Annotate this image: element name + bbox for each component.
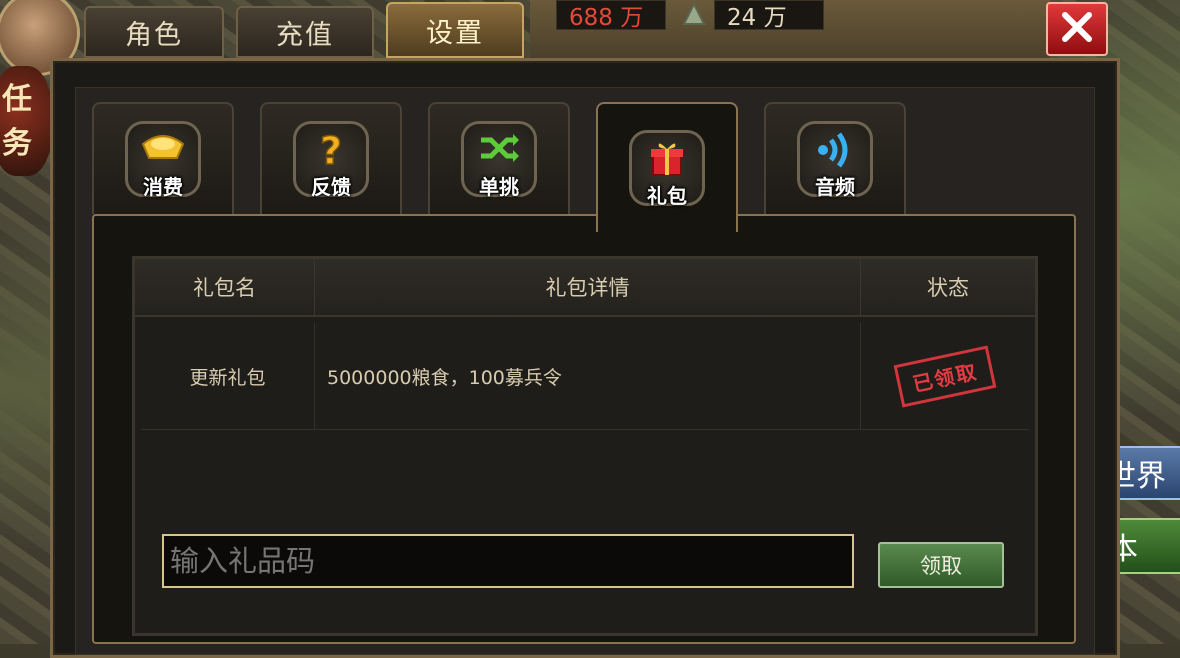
tab-feedback[interactable]: ? 反馈 bbox=[260, 102, 402, 214]
gift-details-cell: 5000000粮食，100募兵令 bbox=[315, 323, 861, 429]
tab-gift-label: 礼包 bbox=[647, 184, 687, 208]
troops-counter: 24 万 bbox=[714, 0, 824, 31]
tab-audio[interactable]: 音频 bbox=[764, 102, 906, 214]
tab-settings-label: 设置 bbox=[426, 17, 484, 49]
header-gift-details: 礼包详情 bbox=[315, 259, 861, 315]
tab-audio-badge: 音频 bbox=[797, 121, 873, 199]
tab-character-label: 角色 bbox=[125, 19, 183, 51]
table-row: 更新礼包 5000000粮食，100募兵令 已领取 bbox=[141, 323, 1029, 430]
tab-consumption-badge: 消费 bbox=[125, 121, 201, 199]
tab-gift[interactable]: 礼包 bbox=[596, 102, 738, 232]
status-cell: 已领取 bbox=[861, 323, 1029, 429]
tab-recharge[interactable]: 充值 bbox=[236, 6, 374, 58]
claim-button-label: 领取 bbox=[920, 554, 962, 578]
shuffle-icon bbox=[477, 130, 521, 170]
gift-icon bbox=[647, 139, 687, 183]
tab-consumption-label: 消费 bbox=[143, 175, 183, 199]
quest-button[interactable]: 任务 bbox=[0, 66, 52, 176]
header-status: 状态 bbox=[927, 276, 969, 300]
tab-duel-label: 单挑 bbox=[479, 175, 519, 199]
gold-ingot-icon bbox=[139, 130, 187, 168]
tab-audio-label: 音频 bbox=[815, 175, 855, 199]
close-button[interactable] bbox=[1046, 2, 1108, 56]
tab-duel-badge: 单挑 bbox=[461, 121, 537, 199]
question-icon: ? bbox=[311, 128, 351, 174]
tab-feedback-label: 反馈 bbox=[311, 175, 351, 199]
food-counter: 688 万 bbox=[556, 0, 666, 31]
claim-button[interactable]: 领取 bbox=[878, 542, 1004, 588]
food-value: 688 万 bbox=[569, 5, 644, 31]
gift-code-input[interactable] bbox=[162, 534, 854, 588]
tab-recharge-label: 充值 bbox=[276, 19, 334, 51]
quest-label: 任务 bbox=[2, 82, 32, 161]
troops-value: 24 万 bbox=[727, 5, 787, 31]
tab-character[interactable]: 角色 bbox=[84, 6, 224, 58]
tab-feedback-badge: ? 反馈 bbox=[293, 121, 369, 199]
tab-consumption[interactable]: 消费 bbox=[92, 102, 234, 214]
gift-name-cell: 更新礼包 bbox=[141, 323, 315, 429]
tab-gift-badge: 礼包 bbox=[629, 130, 705, 208]
svg-text:?: ? bbox=[320, 130, 342, 170]
gift-content-area: 礼包名 礼包详情 状态 更新礼包 5000000粮食，100募兵令 已领取 领取 bbox=[92, 214, 1076, 644]
tab-settings[interactable]: 设置 bbox=[386, 2, 524, 58]
grain-icon bbox=[680, 1, 708, 28]
claimed-stamp: 已领取 bbox=[893, 344, 997, 408]
header-gift-name: 礼包名 bbox=[135, 259, 315, 315]
audio-icon bbox=[813, 130, 857, 174]
table-header: 礼包名 礼包详情 状态 bbox=[135, 259, 1035, 317]
close-icon bbox=[1060, 10, 1094, 48]
tab-duel[interactable]: 单挑 bbox=[428, 102, 570, 214]
